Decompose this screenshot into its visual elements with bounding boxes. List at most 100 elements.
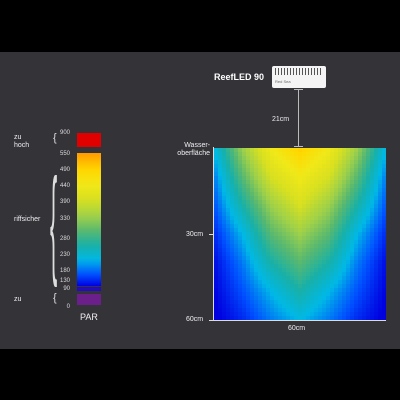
heatmap-cell	[330, 220, 335, 225]
heatmap-cell	[346, 288, 351, 293]
heatmap-cell	[222, 284, 227, 289]
heatmap-cell	[294, 236, 299, 241]
heatmap-cell	[274, 252, 279, 257]
heatmap-cell	[318, 172, 323, 177]
heatmap-cell	[226, 308, 231, 313]
heatmap-cell	[302, 308, 307, 313]
heatmap-cell	[370, 300, 375, 305]
heatmap-cell	[274, 300, 279, 305]
heatmap-cell	[378, 236, 383, 241]
heatmap-cell	[382, 216, 387, 221]
heatmap-cell	[246, 192, 251, 197]
heatmap-cell	[302, 296, 307, 301]
heatmap-cell	[270, 304, 275, 309]
heatmap-cell	[254, 228, 259, 233]
heatmap-cell	[318, 216, 323, 221]
heatmap-cell	[298, 272, 303, 277]
heatmap-cell	[278, 240, 283, 245]
heatmap-cell	[214, 184, 219, 189]
heatmap-cell	[338, 308, 343, 313]
heatmap-cell	[250, 228, 255, 233]
heatmap-cell	[290, 204, 295, 209]
heatmap-cell	[266, 172, 271, 177]
heatmap-cell	[286, 308, 291, 313]
heatmap-cell	[370, 204, 375, 209]
heatmap-cell	[298, 208, 303, 213]
heatmap-cell	[338, 208, 343, 213]
heatmap-cell	[286, 152, 291, 157]
heatmap-cell	[270, 228, 275, 233]
heatmap-cell	[366, 172, 371, 177]
heatmap-cell	[350, 216, 355, 221]
heatmap-cell	[238, 192, 243, 197]
heatmap-cell	[370, 156, 375, 161]
heatmap-cell	[222, 192, 227, 197]
heatmap-cell	[374, 180, 379, 185]
heatmap-cell	[362, 168, 367, 173]
heatmap-cell	[230, 196, 235, 201]
heatmap-cell	[374, 220, 379, 225]
heatmap-cell	[294, 300, 299, 305]
heatmap-cell	[318, 192, 323, 197]
heatmap-cell	[342, 224, 347, 229]
heatmap-cell	[270, 216, 275, 221]
heatmap-cell	[338, 304, 343, 309]
heatmap-cell	[242, 304, 247, 309]
heatmap-cell	[330, 312, 335, 317]
heatmap-cell	[374, 284, 379, 289]
heatmap-cell	[314, 208, 319, 213]
legend-tick: 280	[59, 236, 70, 242]
heatmap-cell	[214, 272, 219, 277]
heatmap-cell	[310, 304, 315, 309]
heatmap-cell	[338, 224, 343, 229]
heatmap-cell	[250, 304, 255, 309]
heatmap-cell	[358, 268, 363, 273]
heatmap-cell	[278, 152, 283, 157]
heatmap-cell	[282, 260, 287, 265]
heatmap-cell	[346, 304, 351, 309]
heatmap-cell	[366, 312, 371, 317]
heatmap-cell	[302, 248, 307, 253]
heatmap-cell	[234, 240, 239, 245]
heatmap-cell	[334, 152, 339, 157]
heatmap-cell	[342, 164, 347, 169]
heatmap-cell	[322, 236, 327, 241]
heatmap-cell	[382, 284, 387, 289]
heatmap-cell	[330, 188, 335, 193]
heatmap-cell	[274, 200, 279, 205]
heatmap-cell	[254, 292, 259, 297]
heatmap-cell	[214, 268, 219, 273]
heatmap-cell	[254, 280, 259, 285]
heatmap-cell	[378, 256, 383, 261]
heatmap-cell	[274, 208, 279, 213]
heatmap-cell	[362, 180, 367, 185]
heatmap-cell	[318, 188, 323, 193]
heatmap-cell	[358, 156, 363, 161]
heatmap-cell	[370, 188, 375, 193]
heatmap-cell	[270, 188, 275, 193]
heatmap-cell	[226, 304, 231, 309]
heatmap-cell	[218, 240, 223, 245]
heatmap-cell	[342, 200, 347, 205]
heatmap-cell	[330, 200, 335, 205]
heatmap-cell	[318, 256, 323, 261]
heatmap-cell	[366, 260, 371, 265]
heatmap-cell	[282, 208, 287, 213]
heatmap-cell	[274, 228, 279, 233]
heatmap-cell	[330, 204, 335, 209]
heatmap-cell	[350, 200, 355, 205]
heatmap-cell	[338, 256, 343, 261]
heatmap-cell	[302, 288, 307, 293]
heatmap-cell	[290, 160, 295, 165]
heatmap-cell	[370, 192, 375, 197]
heatmap-cell	[326, 224, 331, 229]
heatmap-cell	[226, 272, 231, 277]
heatmap-cell	[258, 196, 263, 201]
heatmap-cell	[290, 148, 295, 153]
heatmap-cell	[218, 300, 223, 305]
heatmap-cell	[238, 156, 243, 161]
heatmap-cell	[278, 260, 283, 265]
heatmap-cell	[258, 276, 263, 281]
heatmap-cell	[266, 228, 271, 233]
heatmap-cell	[334, 212, 339, 217]
